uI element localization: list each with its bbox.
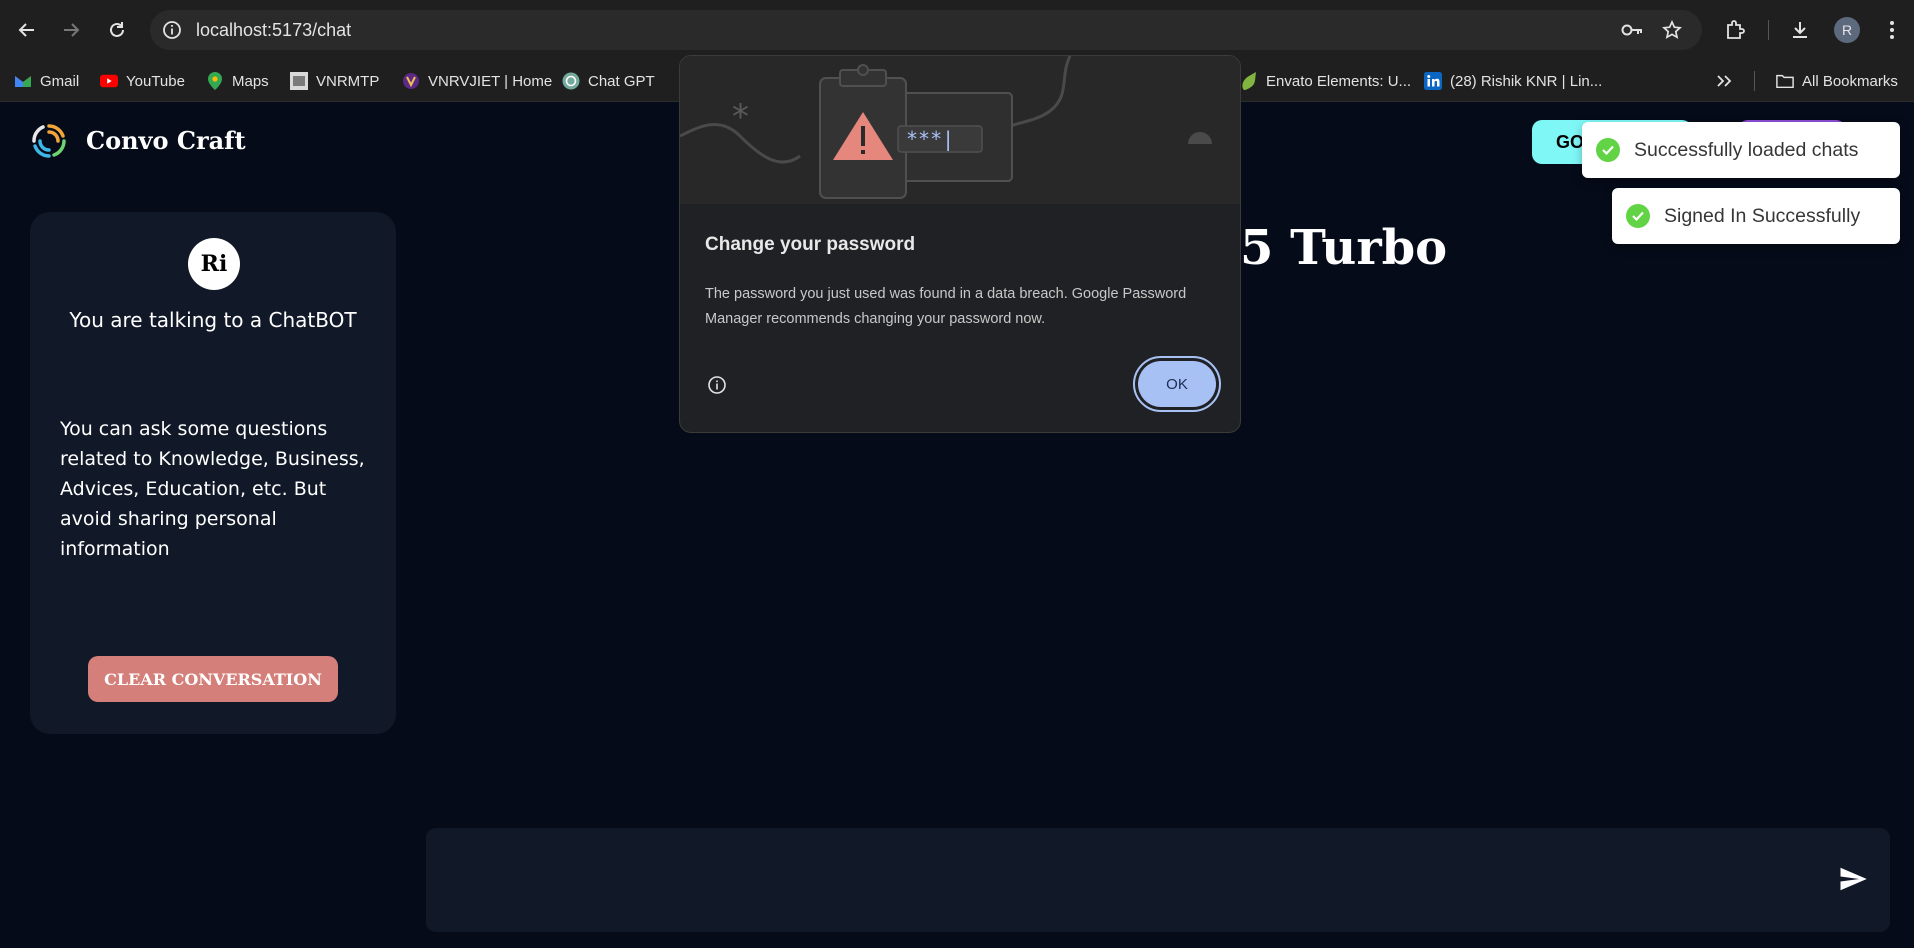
bookmark-star-icon[interactable] <box>1662 20 1682 40</box>
bookmark-label: Gmail <box>40 72 80 90</box>
bookmark-label: (28) Rishik KNR | Lin... <box>1450 72 1603 90</box>
site-info-icon[interactable] <box>162 20 182 40</box>
toast-text: Successfully loaded chats <box>1634 138 1859 161</box>
more-bookmarks-button[interactable] <box>1716 60 1732 102</box>
bookmarks-divider <box>1754 71 1755 91</box>
youtube-icon <box>100 72 118 90</box>
more-vert-icon <box>1890 21 1894 39</box>
extensions-button[interactable] <box>1717 12 1753 48</box>
vnrmtp-icon <box>290 72 308 90</box>
maps-icon <box>206 72 224 90</box>
forward-arrow-icon <box>64 23 80 37</box>
chrome-menu-button[interactable] <box>1874 12 1910 48</box>
bookmark-label: YouTube <box>126 72 185 90</box>
reload-icon <box>110 22 124 37</box>
gmail-icon <box>14 72 32 90</box>
model-title: 5 Turbo <box>1240 220 1448 276</box>
forward-button[interactable] <box>53 12 89 48</box>
talking-to-label: You are talking to a ChatBOT <box>69 308 357 332</box>
illustration-password-text: ***| <box>906 127 954 151</box>
dialog-title: Change your password <box>705 234 916 255</box>
folder-icon <box>1776 72 1794 90</box>
ok-button[interactable]: OK <box>1133 356 1221 412</box>
address-bar[interactable]: localhost:5173/chat <box>150 10 1702 50</box>
bookmark-vnrmtp[interactable]: VNRMTP <box>290 60 379 102</box>
bookmark-label: Envato Elements: U... <box>1266 72 1412 90</box>
bookmark-envato[interactable]: Envato Elements: U... <box>1240 60 1411 102</box>
puzzle-icon <box>1727 20 1745 39</box>
back-button[interactable] <box>9 12 45 48</box>
bookmark-label: Maps <box>232 72 269 90</box>
linkedin-icon <box>1424 72 1442 90</box>
chatgpt-icon <box>562 72 580 90</box>
all-bookmarks-label: All Bookmarks <box>1802 72 1898 90</box>
bookmark-label: VNRMTP <box>316 72 380 90</box>
dialog-body: The password you just used was found in … <box>705 286 1187 327</box>
toast-text: Signed In Successfully <box>1664 204 1861 227</box>
vnrvjiet-icon <box>402 72 420 90</box>
url-text: localhost:5173/chat <box>196 20 352 40</box>
back-arrow-icon <box>18 23 34 37</box>
envato-icon <box>1240 72 1258 90</box>
bookmark-label: Chat GPT <box>588 72 655 90</box>
go-button-label: GO <box>1556 132 1585 152</box>
toast-signed-in: Signed In Successfully <box>1612 188 1900 244</box>
brand-name: Convo Craft <box>86 126 246 155</box>
bookmark-vnrvjiet[interactable]: VNRVJIET | Home <box>402 60 552 102</box>
info-icon[interactable] <box>706 374 728 396</box>
download-icon <box>1793 22 1807 38</box>
chat-sidebar: Ri You are talking to a ChatBOT You can … <box>30 212 396 734</box>
convo-craft-logo-icon <box>32 124 66 158</box>
user-avatar: Ri <box>188 238 240 290</box>
reload-button[interactable] <box>99 12 135 48</box>
bookmark-maps[interactable]: Maps <box>206 60 269 102</box>
all-bookmarks-folder[interactable]: All Bookmarks <box>1776 60 1898 102</box>
clear-conversation-button[interactable]: CLEAR CONVERSATION <box>88 656 338 702</box>
profile-avatar[interactable]: R <box>1834 17 1860 43</box>
toast-loaded-chats: Successfully loaded chats <box>1582 122 1900 178</box>
bookmark-chatgpt[interactable]: Chat GPT <box>562 60 655 102</box>
downloads-button[interactable] <box>1782 12 1818 48</box>
change-password-dialog: * ***| Change your password The password… <box>679 55 1241 433</box>
toolbar-divider <box>1768 20 1769 40</box>
double-chevron-right-icon <box>1717 75 1732 87</box>
success-check-icon <box>1626 204 1650 228</box>
bookmark-youtube[interactable]: YouTube <box>100 60 185 102</box>
password-breach-illustration: * ***| <box>680 56 1240 204</box>
bookmark-gmail[interactable]: Gmail <box>14 60 79 102</box>
bookmark-label: VNRVJIET | Home <box>428 72 553 90</box>
ok-button-label: OK <box>1138 361 1216 407</box>
key-icon[interactable] <box>1620 20 1644 40</box>
send-icon[interactable] <box>1838 864 1868 894</box>
svg-text:*: * <box>732 97 749 137</box>
browser-toolbar: localhost:5173/chat R <box>0 0 1914 60</box>
message-input[interactable] <box>426 828 1890 932</box>
bookmark-linkedin[interactable]: (28) Rishik KNR | Lin... <box>1424 60 1602 102</box>
usage-hint: You can ask some questions related to Kn… <box>60 418 365 560</box>
success-check-icon <box>1596 138 1620 162</box>
